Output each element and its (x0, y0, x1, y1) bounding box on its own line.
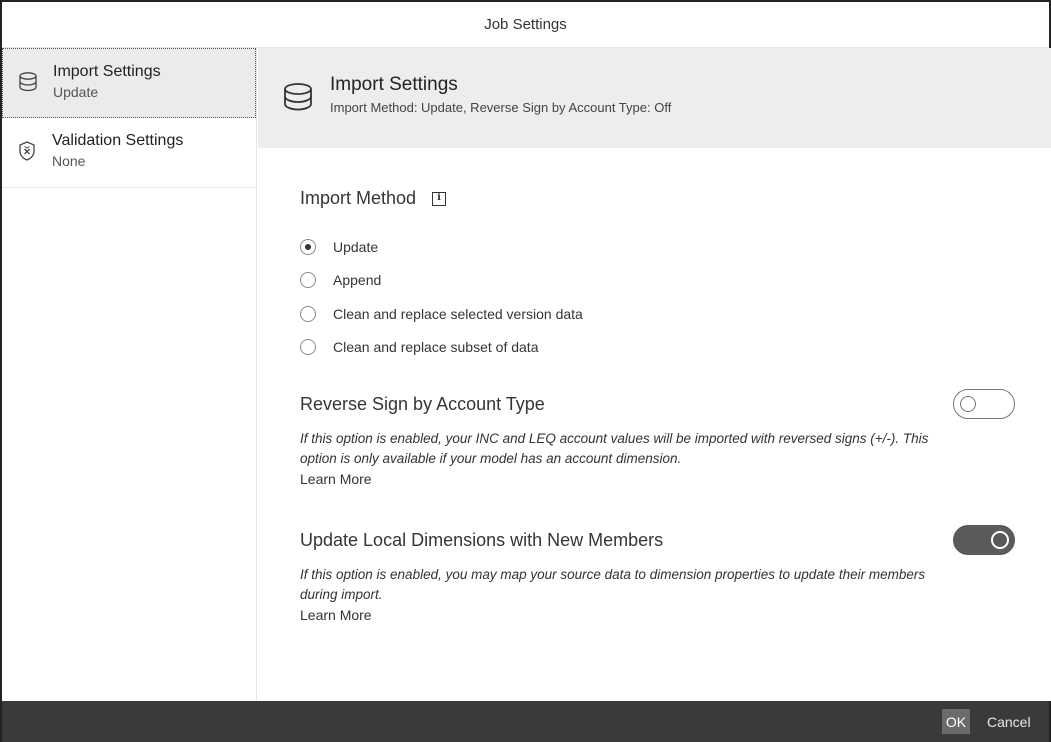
radio-button[interactable] (300, 339, 316, 356)
toggle-knob (991, 531, 1009, 549)
database-icon (19, 72, 37, 92)
reverse-sign-description: If this option is enabled, your INC and … (300, 431, 929, 466)
reverse-sign-section: Reverse Sign by Account Type If this opt… (300, 389, 1015, 487)
cancel-button[interactable]: Cancel (987, 709, 1031, 734)
learn-more-link[interactable]: Learn More (300, 607, 1015, 623)
toggle-knob (960, 396, 976, 412)
radio-button[interactable] (300, 305, 316, 322)
import-method-title: Import Method (300, 188, 417, 208)
radio-button[interactable] (300, 272, 316, 289)
radio-label: Append (333, 272, 382, 289)
import-method-radio-group: Update Append Clean and replace selected… (300, 230, 583, 364)
radio-option-clean-replace-subset[interactable]: Clean and replace subset of data (300, 331, 583, 365)
sidebar: Import Settings Update Validation Settin… (2, 48, 257, 701)
radio-option-update[interactable]: Update (300, 230, 583, 264)
sidebar-item-subtitle: Update (53, 84, 99, 100)
sidebar-item-title: Validation Settings (52, 132, 184, 149)
update-local-dimensions-section: Update Local Dimensions with New Members… (300, 525, 1015, 623)
job-settings-dialog: Job Settings Import Settings Update Vali… (0, 0, 1051, 742)
update-local-toggle[interactable] (953, 525, 1015, 555)
content-title: Import Settings (330, 74, 458, 95)
radio-label: Clean and replace selected version data (333, 305, 583, 322)
radio-button[interactable] (300, 238, 316, 255)
radio-label: Update (333, 238, 379, 255)
shield-x-icon (19, 141, 35, 161)
sidebar-item-subtitle: None (52, 153, 86, 169)
dialog-title: Job Settings (484, 16, 567, 33)
sidebar-item-validation-settings[interactable]: Validation Settings None (2, 118, 256, 188)
reverse-sign-title: Reverse Sign by Account Type (300, 394, 545, 414)
dialog-footer: OK Cancel (2, 701, 1049, 742)
radio-option-append[interactable]: Append (300, 264, 583, 298)
radio-option-clean-replace-version[interactable]: Clean and replace selected version data (300, 297, 583, 331)
info-icon[interactable]: i (432, 191, 447, 206)
update-local-title: Update Local Dimensions with New Members (300, 530, 664, 550)
content-subtitle: Import Method: Update, Reverse Sign by A… (330, 100, 672, 115)
dialog-header: Job Settings (2, 2, 1049, 48)
learn-more-link[interactable]: Learn More (300, 471, 1015, 487)
import-method-heading: Import Method i (300, 188, 447, 209)
database-icon (284, 83, 312, 111)
content-panel: Import Settings Import Method: Update, R… (258, 48, 1051, 701)
content-header: Import Settings Import Method: Update, R… (258, 48, 1051, 148)
sidebar-item-import-settings[interactable]: Import Settings Update (2, 48, 256, 118)
radio-label: Clean and replace subset of data (333, 339, 539, 356)
update-local-description: If this option is enabled, you may map y… (300, 567, 926, 602)
reverse-sign-toggle[interactable] (953, 389, 1015, 419)
ok-button[interactable]: OK (942, 709, 970, 734)
info-glyph: i (437, 191, 441, 203)
sidebar-item-title: Import Settings (53, 63, 161, 80)
